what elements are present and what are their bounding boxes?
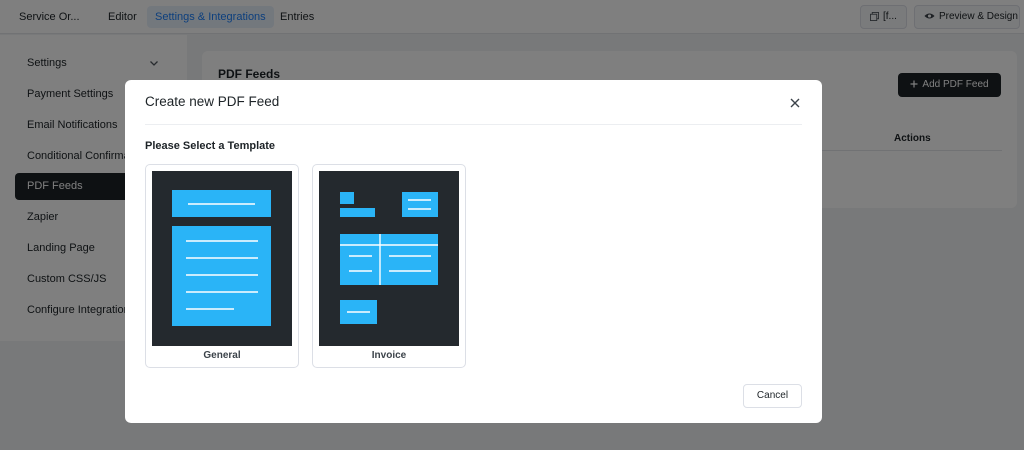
template-label: General: [203, 350, 241, 361]
invoice-template-preview: [319, 171, 459, 346]
general-template-preview: [152, 171, 292, 346]
create-pdf-feed-dialog: Create new PDF Feed Please Select a Temp…: [125, 80, 822, 423]
close-icon[interactable]: [787, 95, 803, 111]
dialog-divider: [145, 124, 802, 125]
template-card-invoice[interactable]: Invoice: [312, 164, 466, 368]
template-label: Invoice: [371, 350, 407, 361]
cancel-button[interactable]: Cancel: [743, 384, 802, 408]
template-prompt: Please Select a Template: [145, 140, 276, 152]
template-card-general[interactable]: General: [145, 164, 299, 368]
dialog-title: Create new PDF Feed: [145, 94, 280, 109]
